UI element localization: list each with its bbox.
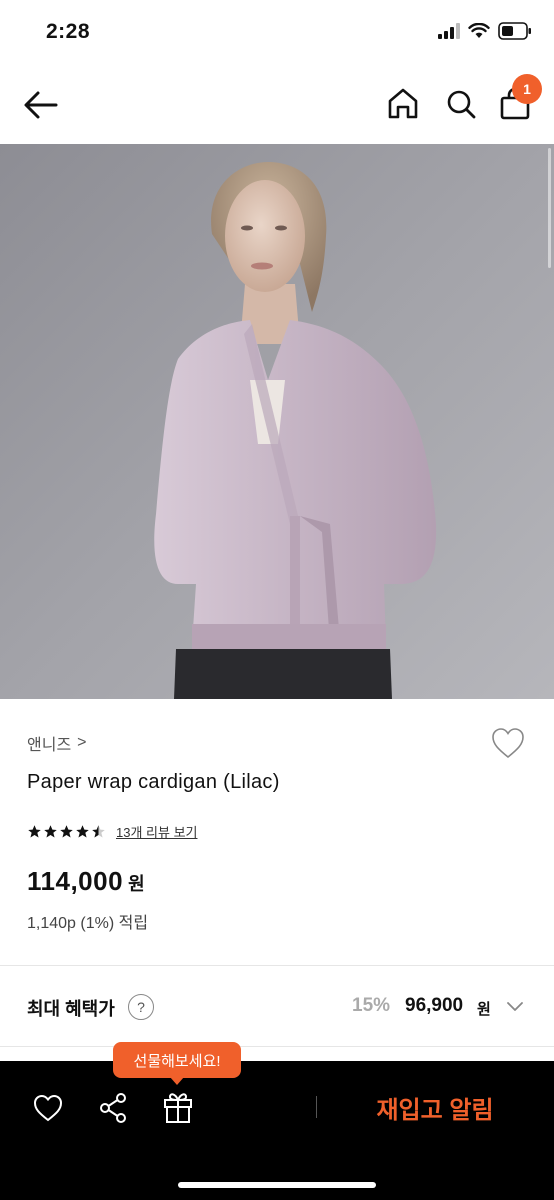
search-icon[interactable] [444,86,478,122]
image-scroll-indicator [548,148,551,268]
back-arrow-icon[interactable] [22,88,60,122]
divider [0,1046,554,1047]
gift-tooltip[interactable]: 선물해보세요! [113,1042,241,1078]
status-bar: 2:28 [0,0,554,66]
half-star-icon [92,825,105,838]
star-icon [60,825,73,838]
wifi-icon [468,23,490,38]
star-icon [76,825,89,838]
divider [316,1096,317,1118]
star-icon [28,825,41,838]
price-row: 114,000 원 [27,866,145,897]
benefit-discount-rate: 15% [352,995,391,1016]
benefit-label: 최대 혜택가 [27,999,115,1019]
heart-icon[interactable] [32,1093,64,1123]
chevron-right-icon: > [77,734,87,751]
price-amount: 114,000 [27,866,124,896]
cart-count-badge: 1 [512,74,542,104]
benefit-price: 96,900 [405,995,464,1016]
max-benefit-row[interactable]: 최대 혜택가 ? 15% 96,900 원 [0,966,554,1046]
points-text: 1,140p (1%) 적립 [27,915,149,932]
signal-icon [438,23,460,39]
rating-stars [27,824,106,839]
restock-alert-button[interactable]: 재입고 알림 [330,1085,540,1129]
wishlist-heart-icon[interactable] [490,726,526,760]
battery-icon [498,22,531,40]
gift-tooltip-tail [170,1077,184,1085]
review-link[interactable]: 13개 리뷰 보기 [116,822,197,841]
benefit-price-unit: 원 [477,1001,491,1018]
home-icon[interactable] [386,86,420,122]
product-photo [0,144,554,699]
gift-icon[interactable] [161,1089,195,1125]
product-image[interactable] [0,144,554,699]
bottom-action-bar: 재입고 알림 [0,1061,554,1200]
status-icons [438,22,532,40]
chevron-down-icon[interactable] [506,997,524,1015]
brand-link[interactable]: 앤니즈 > [27,731,87,755]
rating-row: 13개 리뷰 보기 [27,822,197,841]
share-icon[interactable] [97,1091,129,1125]
star-icon [44,825,57,838]
product-name: Paper wrap cardigan (Lilac) [27,771,280,793]
help-icon[interactable]: ? [128,994,154,1020]
nav-bar: 1 [0,66,554,144]
price-unit: 원 [128,874,145,894]
home-indicator [178,1182,376,1188]
brand-name: 앤니즈 [27,737,72,754]
status-time: 2:28 [46,20,91,43]
